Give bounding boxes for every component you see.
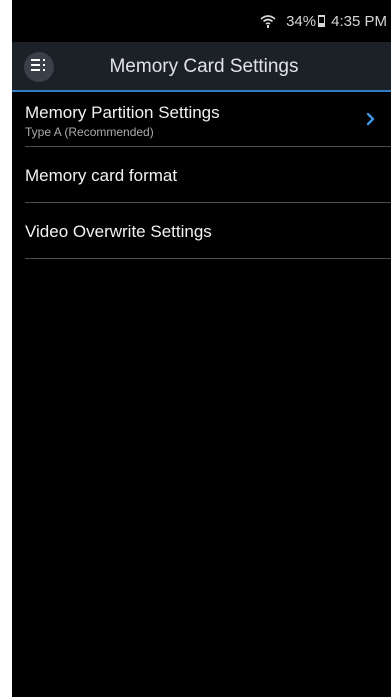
settings-list: Memory Partition Settings Type A (Recomm… <box>12 92 391 259</box>
app-bar: Memory Card Settings <box>12 42 391 90</box>
list-item-title: Video Overwrite Settings <box>25 222 212 241</box>
memory-partition-settings-item[interactable]: Memory Partition Settings Type A (Recomm… <box>25 92 391 147</box>
status-bar: 34% 4:35 PM <box>12 0 391 42</box>
video-overwrite-settings-item[interactable]: Video Overwrite Settings <box>25 203 391 259</box>
page-title: Memory Card Settings <box>109 56 299 77</box>
status-time: 4:35 PM <box>331 12 387 30</box>
list-item-title: Memory Partition Settings <box>25 103 220 122</box>
battery-icon <box>318 15 326 27</box>
phone-screen: 34% 4:35 PM Memory Card Settings Memory … <box>12 0 391 697</box>
menu-icon <box>31 58 47 76</box>
wifi-icon <box>260 13 276 29</box>
list-item-subtitle: Type A (Recommended) <box>25 125 154 139</box>
battery-percent: 34% <box>286 12 317 30</box>
memory-card-format-item[interactable]: Memory card format <box>25 147 391 203</box>
chevron-right-icon <box>365 112 377 126</box>
list-item-title: Memory card format <box>25 166 178 185</box>
menu-button[interactable] <box>24 52 54 82</box>
